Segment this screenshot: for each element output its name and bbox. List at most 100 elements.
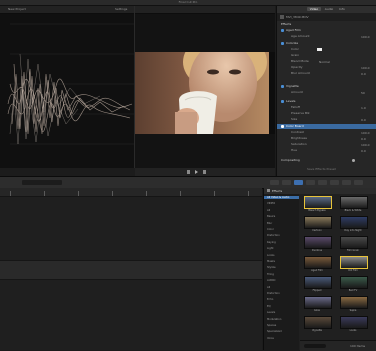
section-aged-film[interactable]: Aged Film [286, 28, 301, 33]
effect-thumbnail[interactable] [304, 196, 332, 209]
effect-label: Looks [349, 329, 357, 332]
effects-category[interactable]: EQ [267, 305, 271, 308]
effects-category[interactable]: Tiling [267, 273, 274, 276]
effects-category[interactable]: Echo [267, 298, 273, 301]
inspector-tabs: Video Audio Info [277, 6, 376, 13]
row-contrast: Contrast [291, 130, 304, 134]
effect-thumbnail[interactable] [304, 236, 332, 249]
tool-blade-button[interactable] [318, 180, 327, 185]
effects-category-list: All Video & Audio VIDEO All Basics Blur Color… [264, 194, 299, 350]
effects-category[interactable]: All [267, 209, 270, 212]
effects-category[interactable]: Basics [267, 215, 275, 218]
effect-thumbnail[interactable] [304, 316, 332, 329]
color-board-checkbox[interactable] [281, 125, 284, 128]
levels-checkbox[interactable] [281, 100, 284, 103]
effect-thumbnail[interactable] [340, 216, 368, 229]
ruler-tick [248, 191, 249, 196]
effects-category[interactable]: Levels [267, 311, 275, 314]
row-hue: Hue [291, 148, 298, 152]
tool-trim-button[interactable] [282, 180, 291, 185]
effect-thumbnail[interactable] [340, 256, 368, 269]
effect-label: Cartoon [312, 229, 322, 232]
tab-video[interactable]: Video [307, 7, 321, 11]
step-back-icon[interactable] [187, 170, 190, 174]
effects-category[interactable]: Light [267, 247, 273, 250]
effect-thumbnail[interactable] [340, 276, 368, 289]
section-vignette[interactable]: Vignette [286, 84, 299, 89]
tool-position-button[interactable] [294, 180, 303, 185]
ruler-tick [10, 191, 11, 196]
value-age-amount[interactable]: 100.0 [361, 35, 370, 39]
effect-thumbnail[interactable] [340, 196, 368, 209]
value-saturation[interactable]: 100.0 [361, 143, 370, 147]
effect-thumbnail[interactable] [304, 296, 332, 309]
video-frame[interactable] [135, 52, 269, 134]
section-color-board[interactable]: Color Board [286, 124, 304, 129]
effects-category[interactable]: All [267, 286, 270, 289]
timeline-panel[interactable] [0, 188, 262, 350]
effect-thumbnail[interactable] [304, 256, 332, 269]
effects-category[interactable]: Stylize [267, 266, 276, 269]
tab-info[interactable]: Info [337, 7, 347, 11]
tool-zoom-button[interactable] [330, 180, 339, 185]
effects-category[interactable]: Looks [267, 254, 274, 257]
effect-label: Black & White [344, 209, 362, 212]
effect-label: Bleach Bypass [308, 209, 326, 212]
section-compositing[interactable]: Compositing [281, 158, 300, 163]
scope-settings-menu[interactable]: Settings [115, 7, 127, 11]
ruler-tick [112, 191, 113, 196]
value-amount[interactable]: 50 [361, 91, 365, 95]
aged-film-checkbox[interactable] [281, 29, 284, 32]
value-falloff[interactable]: 1.0 [361, 106, 366, 110]
effects-browser-button[interactable] [354, 180, 363, 185]
effects-category[interactable]: VIDEO [267, 202, 275, 205]
vignette-checkbox[interactable] [281, 85, 284, 88]
value-hue[interactable]: 0.0 [361, 149, 366, 153]
effects-category[interactable]: Voice [267, 337, 274, 340]
step-forward-icon[interactable] [203, 170, 206, 174]
media-browser-button[interactable] [342, 180, 351, 185]
effects-category[interactable]: Color [267, 228, 274, 231]
section-levels[interactable]: Levels [286, 99, 295, 104]
value-opacity[interactable]: 100.0 [361, 66, 370, 70]
viewer-panel [135, 6, 275, 176]
primary-storyline[interactable] [0, 260, 262, 280]
effects-category[interactable]: All Video & Audio [264, 196, 299, 199]
effects-category[interactable]: Distortion [267, 292, 280, 295]
effects-category[interactable]: Spaces [267, 324, 276, 327]
video-scope-panel: New Project Settings [0, 6, 135, 168]
play-icon[interactable] [195, 170, 198, 174]
effect-label: Aged Film [311, 269, 323, 272]
effects-category[interactable]: Blur [267, 222, 272, 225]
search-input[interactable] [304, 344, 326, 348]
value-brightness[interactable]: 0.0 [361, 137, 366, 141]
tool-select-button[interactable] [270, 180, 279, 185]
effect-thumbnail[interactable] [340, 236, 368, 249]
save-preset-button[interactable]: Save Effects Preset [307, 167, 336, 171]
row-opacity: Opacity [291, 65, 303, 69]
effects-category[interactable]: Modulation [267, 318, 281, 321]
effect-thumbnail[interactable] [304, 276, 332, 289]
effects-category[interactable]: Distortion [267, 234, 280, 237]
effects-category[interactable]: Masks [267, 260, 275, 263]
value-blend-mode[interactable]: Normal [319, 60, 330, 64]
effects-category[interactable]: AUDIO [267, 279, 275, 282]
value-blur-amount[interactable]: 0.0 [361, 72, 366, 76]
tool-range-button[interactable] [306, 180, 315, 185]
value-size[interactable]: 0.0 [361, 118, 366, 122]
effects-category[interactable]: Specialized [267, 330, 282, 333]
add-effect-icon[interactable] [352, 159, 355, 162]
tab-audio[interactable]: Audio [323, 7, 335, 11]
timeline-ruler[interactable] [0, 188, 262, 197]
row-size: Size [291, 117, 298, 121]
value-contrast[interactable]: 100.0 [361, 131, 370, 135]
effect-thumbnail[interactable] [340, 316, 368, 329]
colorize-checkbox[interactable] [281, 42, 284, 45]
timecode-display[interactable] [22, 180, 62, 185]
effect-thumbnail[interactable] [340, 296, 368, 309]
effects-category[interactable]: Keying [267, 241, 276, 244]
section-colorize[interactable]: Colorize [286, 41, 298, 46]
clip-header: MVI_3849.MOV [277, 13, 376, 21]
color-swatch[interactable] [317, 48, 322, 51]
effect-thumbnail[interactable] [304, 216, 332, 229]
